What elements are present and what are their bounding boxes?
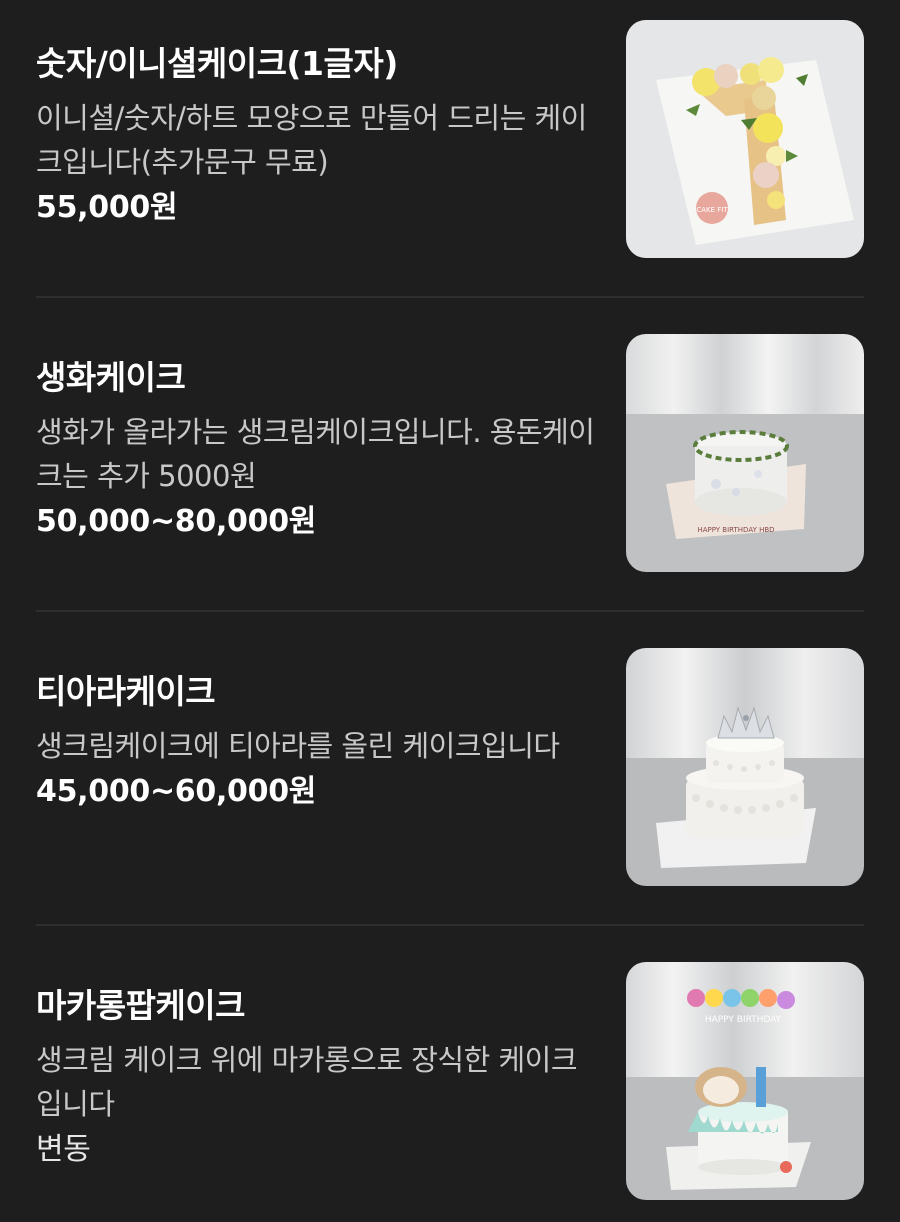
menu-item-info: 생화케이크 생화가 올라가는 생크림케이크입니다. 용돈케이크는 추가 5000… (36, 334, 596, 544)
macaron-pop-cake-photo: HAPPY BIRTHDAY (626, 962, 864, 1200)
menu-item-photo[interactable]: HAPPY BIRTHDAY HBD (626, 334, 864, 572)
menu-item-name: 마카롱팝케이크 (36, 986, 246, 1025)
menu-item-info: 티아라케이크 생크림케이크에 티아라를 올린 케이크입니다 45,000~60,… (36, 648, 596, 814)
photo-topper-text: HAPPY BIRTHDAY (705, 1015, 782, 1025)
menu-item-tiara-cake[interactable]: 티아라케이크 생크림케이크에 티아라를 올린 케이크입니다 45,000~60,… (36, 648, 864, 888)
flower-cake-photo: HAPPY BIRTHDAY HBD (626, 334, 864, 572)
divider (36, 924, 864, 926)
menu-item-photo[interactable]: HAPPY BIRTHDAY (626, 962, 864, 1200)
menu-item-description: 생화가 올라가는 생크림케이크입니다. 용돈케이크는 추가 5000원 (36, 415, 595, 493)
photo-sticker-text: CAKE FIT (696, 206, 728, 214)
menu-item-flower-cake[interactable]: 생화케이크 생화가 올라가는 생크림케이크입니다. 용돈케이크는 추가 5000… (36, 334, 864, 574)
menu-item-info: 숫자/이니셜케이크(1글자) 이니셜/숫자/하트 모양으로 만들어 드리는 케이… (36, 20, 596, 230)
menu-item-name: 숫자/이니셜케이크(1글자) (36, 44, 398, 83)
menu-item-info: 마카롱팝케이크 생크림 케이크 위에 마카롱으로 장식한 케이크입니다 변동 (36, 962, 596, 1172)
photo-board-text: HAPPY BIRTHDAY HBD (697, 526, 774, 534)
menu-item-number-cake[interactable]: 숫자/이니셜케이크(1글자) 이니셜/숫자/하트 모양으로 만들어 드리는 케이… (36, 20, 864, 260)
divider (36, 610, 864, 612)
menu-item-photo[interactable] (626, 648, 864, 886)
menu-item-description: 이니셜/숫자/하트 모양으로 만들어 드리는 케이크입니다(추가문구 무료) (36, 101, 587, 179)
menu-item-description: 생크림 케이크 위에 마카롱으로 장식한 케이크입니다 (36, 1043, 578, 1121)
divider (36, 296, 864, 298)
menu-item-price: 변동 (36, 1132, 91, 1167)
menu-item-price: 55,000원 (36, 190, 178, 225)
menu-item-name: 티아라케이크 (36, 672, 216, 711)
number-cake-photo: CAKE FIT (626, 20, 864, 258)
menu-item-price: 50,000~80,000원 (36, 504, 317, 539)
menu-item-description: 생크림케이크에 티아라를 올린 케이크입니다 (36, 729, 560, 763)
menu-item-photo[interactable]: CAKE FIT (626, 20, 864, 258)
menu-item-macaron-pop-cake[interactable]: 마카롱팝케이크 생크림 케이크 위에 마카롱으로 장식한 케이크입니다 변동 H… (36, 962, 864, 1202)
menu-item-price: 45,000~60,000원 (36, 774, 317, 809)
tiara-cake-photo (626, 648, 864, 886)
menu-item-name: 생화케이크 (36, 358, 186, 397)
